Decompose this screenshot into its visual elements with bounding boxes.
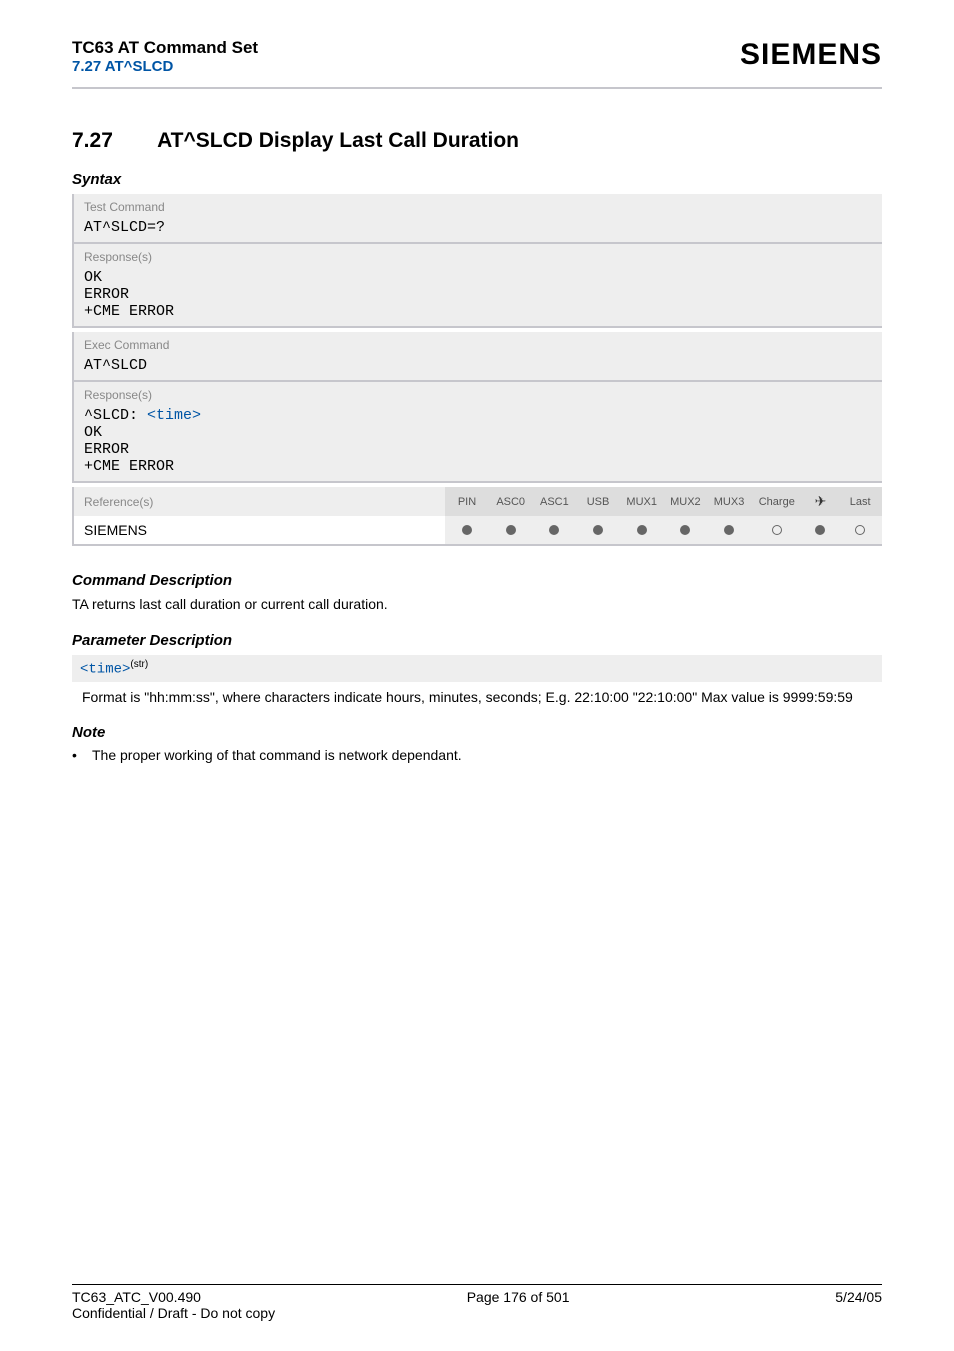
dot-mux2	[664, 516, 708, 545]
footer-date: 5/24/05	[835, 1289, 882, 1305]
filled-dot-icon	[724, 525, 734, 535]
header-left: TC63 AT Command Set 7.27 AT^SLCD	[72, 38, 258, 75]
syntax-heading: Syntax	[72, 171, 882, 188]
exec-command-label: Exec Command	[73, 332, 882, 354]
col-asc1: ASC1	[533, 487, 577, 516]
command-description-heading: Command Description	[72, 572, 882, 589]
dot-asc0	[489, 516, 533, 545]
col-arrow: ✈	[803, 487, 839, 516]
footer-divider	[72, 1284, 882, 1285]
filled-dot-icon	[680, 525, 690, 535]
footer-confidential: Confidential / Draft - Do not copy	[72, 1305, 882, 1321]
col-last: Last	[838, 487, 882, 516]
footer-row-1: TC63_ATC_V00.490 Page 176 of 501 5/24/05	[72, 1289, 882, 1305]
col-pin: PIN	[445, 487, 489, 516]
bullet-icon: •	[72, 747, 92, 763]
dot-mux1	[620, 516, 664, 545]
resp-line: ERROR	[84, 286, 872, 303]
filled-dot-icon	[593, 525, 603, 535]
filled-dot-icon	[637, 525, 647, 535]
empty-dot-icon	[772, 525, 782, 535]
filled-dot-icon	[549, 525, 559, 535]
command-description-text: TA returns last call duration or current…	[72, 595, 882, 614]
syntax-block: Test Command AT^SLCD=? Response(s) OK ER…	[72, 194, 882, 546]
resp-line: ^SLCD: <time>	[84, 407, 872, 424]
dot-arrow	[803, 516, 839, 545]
header-divider	[72, 87, 882, 89]
page-root: TC63 AT Command Set 7.27 AT^SLCD SIEMENS…	[0, 0, 954, 1351]
section-title-text: AT^SLCD Display Last Call Duration	[157, 129, 519, 152]
col-charge: Charge	[751, 487, 803, 516]
doc-subtitle: 7.27 AT^SLCD	[72, 58, 258, 75]
parameter-description-text: Format is "hh:mm:ss", where characters i…	[72, 682, 882, 707]
test-response-block: OK ERROR +CME ERROR	[73, 266, 882, 327]
exec-response-label: Response(s)	[73, 381, 882, 404]
resp-line: OK	[84, 424, 872, 441]
test-command-label: Test Command	[73, 194, 882, 216]
page-footer: TC63_ATC_V00.490 Page 176 of 501 5/24/05…	[72, 1284, 882, 1321]
note-heading: Note	[72, 724, 882, 741]
section-number: 7.27	[72, 129, 152, 153]
empty-dot-icon	[855, 525, 865, 535]
dot-asc1	[533, 516, 577, 545]
reference-label: Reference(s)	[73, 487, 445, 516]
reference-value: SIEMENS	[73, 516, 445, 545]
dot-mux3	[707, 516, 751, 545]
resp-line: OK	[84, 269, 872, 286]
test-command-value: AT^SLCD=?	[73, 216, 882, 243]
dot-charge	[751, 516, 803, 545]
doc-title: TC63 AT Command Set	[72, 38, 258, 58]
col-mux2: MUX2	[664, 487, 708, 516]
dot-usb	[576, 516, 620, 545]
parameter-description-heading: Parameter Description	[72, 632, 882, 649]
resp-line: +CME ERROR	[84, 458, 872, 475]
note-text: The proper working of that command is ne…	[92, 747, 462, 763]
col-asc0: ASC0	[489, 487, 533, 516]
reference-value-row: SIEMENS	[73, 516, 882, 545]
note-item: • The proper working of that command is …	[72, 747, 882, 763]
dot-last	[838, 516, 882, 545]
footer-page: Page 176 of 501	[467, 1289, 570, 1305]
col-mux3: MUX3	[707, 487, 751, 516]
time-param-link[interactable]: <time>	[147, 407, 201, 424]
col-mux1: MUX1	[620, 487, 664, 516]
reference-table: Reference(s) PIN ASC0 ASC1 USB MUX1 MUX2…	[72, 487, 882, 546]
exec-command-value: AT^SLCD	[73, 354, 882, 381]
airplane-icon: ✈	[815, 493, 827, 509]
col-usb: USB	[576, 487, 620, 516]
param-time-type: (str)	[130, 659, 148, 670]
filled-dot-icon	[815, 525, 825, 535]
resp-line: ERROR	[84, 441, 872, 458]
reference-header-row: Reference(s) PIN ASC0 ASC1 USB MUX1 MUX2…	[73, 487, 882, 516]
resp-prefix: ^SLCD:	[84, 407, 147, 424]
section-heading: 7.27 AT^SLCD Display Last Call Duration	[72, 129, 882, 153]
dot-pin	[445, 516, 489, 545]
filled-dot-icon	[506, 525, 516, 535]
filled-dot-icon	[462, 525, 472, 535]
brand-logo: SIEMENS	[740, 38, 882, 72]
page-header: TC63 AT Command Set 7.27 AT^SLCD SIEMENS	[72, 38, 882, 75]
syntax-test-table: Test Command AT^SLCD=? Response(s) OK ER…	[72, 194, 882, 328]
parameter-name-box: <time>(str)	[72, 655, 882, 682]
param-time-name: <time>	[80, 662, 130, 678]
resp-line: +CME ERROR	[84, 303, 872, 320]
test-response-label: Response(s)	[73, 243, 882, 266]
exec-response-block: ^SLCD: <time> OK ERROR +CME ERROR	[73, 404, 882, 482]
footer-version: TC63_ATC_V00.490	[72, 1289, 201, 1305]
syntax-exec-table: Exec Command AT^SLCD Response(s) ^SLCD: …	[72, 332, 882, 483]
